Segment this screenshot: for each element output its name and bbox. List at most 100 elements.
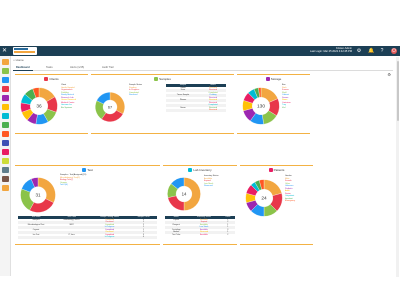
- table-cell: [166, 109, 200, 112]
- patients-icon: [268, 168, 273, 173]
- clients-panel-header: Clients: [15, 76, 88, 82]
- lab-inventory-donut-segment[interactable]: [167, 195, 185, 211]
- samples-donut-chart[interactable]: 67: [94, 85, 126, 129]
- breadcrumb: ⌂ Home: [13, 57, 393, 63]
- bell-icon[interactable]: 🔔: [368, 48, 374, 54]
- table-cell: [18, 236, 55, 239]
- clients-title: Clients: [49, 77, 59, 81]
- breadcrumb-home[interactable]: Home: [16, 58, 24, 62]
- table-cell: Test Tube: [172, 233, 181, 236]
- samples-donut-total: 67: [108, 105, 112, 109]
- table-cell: Received: [199, 109, 226, 112]
- sidebar-item-instruments[interactable]: [2, 131, 9, 137]
- storage-donut-total: 130: [257, 104, 265, 110]
- samples-legend: Sample Status Pending In Progress Completed…: [129, 84, 142, 97]
- sidebar-item-workflow[interactable]: [2, 158, 9, 164]
- patients-panel-header: Patients: [240, 167, 313, 173]
- dashboard-settings-icon[interactable]: ⚙: [387, 72, 391, 77]
- sidebar-item-admin[interactable]: [2, 176, 9, 182]
- clients-icon: [44, 77, 49, 82]
- tab-dashboard[interactable]: Dashboard: [13, 64, 33, 71]
- lab-inventory-legend: Inventory Status Available Expired Low Stoc…: [204, 175, 218, 188]
- lab-inventory-donut-svg: 14: [167, 177, 201, 211]
- sidebar-item-clients[interactable]: [2, 68, 9, 74]
- samples-icon: [154, 77, 159, 82]
- clients-panel: Clients 36 Client Gentle Hospital Organiza…: [15, 74, 88, 134]
- table-cell: 4: [129, 236, 157, 239]
- power-icon[interactable]: ⏻: [391, 48, 397, 54]
- page-scrollbar-thumb[interactable]: [396, 61, 399, 121]
- test-donut-segment[interactable]: [37, 177, 56, 203]
- lab-inventory-donut-chart[interactable]: 14: [166, 176, 202, 212]
- samples-table: Sample Status Blood Received Urine Received Co…: [166, 84, 226, 112]
- patients-title: Patients: [273, 168, 285, 172]
- lab-inventory-icon: [188, 168, 193, 173]
- hamburger-icon[interactable]: ✕: [2, 48, 7, 54]
- samples-panel-header: Samples: [91, 76, 234, 82]
- sidebar-item-help[interactable]: [2, 185, 9, 191]
- sidebar-item-tests[interactable]: [2, 86, 9, 92]
- samples-donut-svg: 67: [95, 92, 125, 122]
- tab-tasks[interactable]: Tasks: [43, 64, 56, 71]
- test-donut-svg: 31: [20, 177, 56, 213]
- table-row[interactable]: Test Tube Available 2: [165, 234, 235, 237]
- lab-inventory-donut-segment[interactable]: [183, 177, 201, 211]
- legend-item: Test 9(4): [60, 184, 68, 186]
- storage-panel-header: Storage: [237, 76, 310, 82]
- sidebar: [0, 56, 11, 276]
- sidebar-item-home[interactable]: [2, 59, 9, 65]
- sidebar-item-storage[interactable]: [2, 95, 9, 101]
- settings-icon[interactable]: ⚙: [356, 48, 362, 54]
- storage-panel: Storage 130 Box Rack Freezer Shelf Cabinet Dr…: [237, 74, 310, 134]
- table-cell: In Progress: [89, 236, 130, 239]
- page-scrollbar[interactable]: [396, 57, 399, 277]
- legend-item: Reserved: [204, 185, 213, 187]
- legend-item: Received: [129, 94, 138, 96]
- table-row[interactable]: Received: [166, 109, 226, 112]
- test-legend: Samples - Test(Assigned)(31) Microbiologi…: [60, 174, 86, 187]
- samples-donut-segment[interactable]: [109, 92, 125, 115]
- table-cell: Available: [200, 233, 208, 236]
- legend-item: Bio Systems: [61, 106, 73, 109]
- patients-legend: Gender Male Female Other Unknown Pediatric Adu…: [285, 175, 295, 203]
- legend-item: Vial: [282, 106, 286, 109]
- sidebar-item-audit[interactable]: [2, 149, 9, 155]
- test-donut-segment[interactable]: [29, 198, 54, 213]
- sidebar-item-inventory[interactable]: [2, 104, 9, 110]
- storage-donut-svg: 130: [242, 87, 280, 125]
- test-donut-total: 31: [35, 193, 41, 198]
- tab-bar: Dashboard Tasks Alerts (1/45) Audit Trai…: [13, 64, 393, 71]
- clients-legend: Client Gentle Hospital Organization Pathlab…: [61, 84, 76, 109]
- sidebar-item-samples[interactable]: [2, 77, 9, 83]
- clients-donut-chart[interactable]: 36: [19, 86, 59, 126]
- clients-donut-total: 36: [36, 104, 42, 110]
- last-login: Last Login: Mar 25 2022 4:42:45 PM: [310, 50, 352, 54]
- help-icon[interactable]: ?: [379, 48, 385, 54]
- patients-donut-segment[interactable]: [263, 179, 282, 196]
- test-donut-chart[interactable]: 31: [19, 176, 57, 214]
- sidebar-item-reports[interactable]: [2, 122, 9, 128]
- samples-title: Samples: [159, 77, 171, 81]
- storage-donut-chart[interactable]: 130: [241, 86, 281, 126]
- samples-panel: Samples 67 Sample Status Pending In Progre…: [91, 74, 234, 134]
- storage-legend: Box Rack Freezer Shelf Cabinet Drawer Room Cont…: [282, 84, 291, 109]
- table-row[interactable]: In Progress 4: [18, 236, 157, 239]
- tab-alerts[interactable]: Alerts (1/45): [67, 64, 87, 71]
- patients-donut-svg: 24: [245, 179, 283, 217]
- test-table: Test Name Test Code Sample Testing Status S…: [18, 216, 157, 239]
- test-panel: Test 31 Samples - Test(Assigned)(31) Micr…: [15, 165, 160, 245]
- storage-icon: [265, 77, 270, 82]
- patients-panel: Patients 24 Gender Male Female Other Unknown…: [240, 165, 313, 245]
- sidebar-item-settings[interactable]: [2, 167, 9, 173]
- test-title: Test: [87, 168, 93, 172]
- lab-inventory-panel-header: Lab Inventory: [163, 167, 237, 173]
- tab-audit-trail[interactable]: Audit Trail: [99, 64, 117, 71]
- lab-inventory-panel: Lab Inventory 14 Inventory Status Availab…: [163, 165, 237, 245]
- storage-title: Storage: [270, 77, 282, 81]
- patients-donut-total: 24: [261, 196, 267, 202]
- sidebar-item-users[interactable]: [2, 140, 9, 146]
- patients-donut-chart[interactable]: 24: [244, 178, 284, 218]
- app-logo: [13, 47, 37, 55]
- sidebar-item-patients[interactable]: [2, 113, 9, 119]
- legend-item: Emergency: [285, 200, 296, 202]
